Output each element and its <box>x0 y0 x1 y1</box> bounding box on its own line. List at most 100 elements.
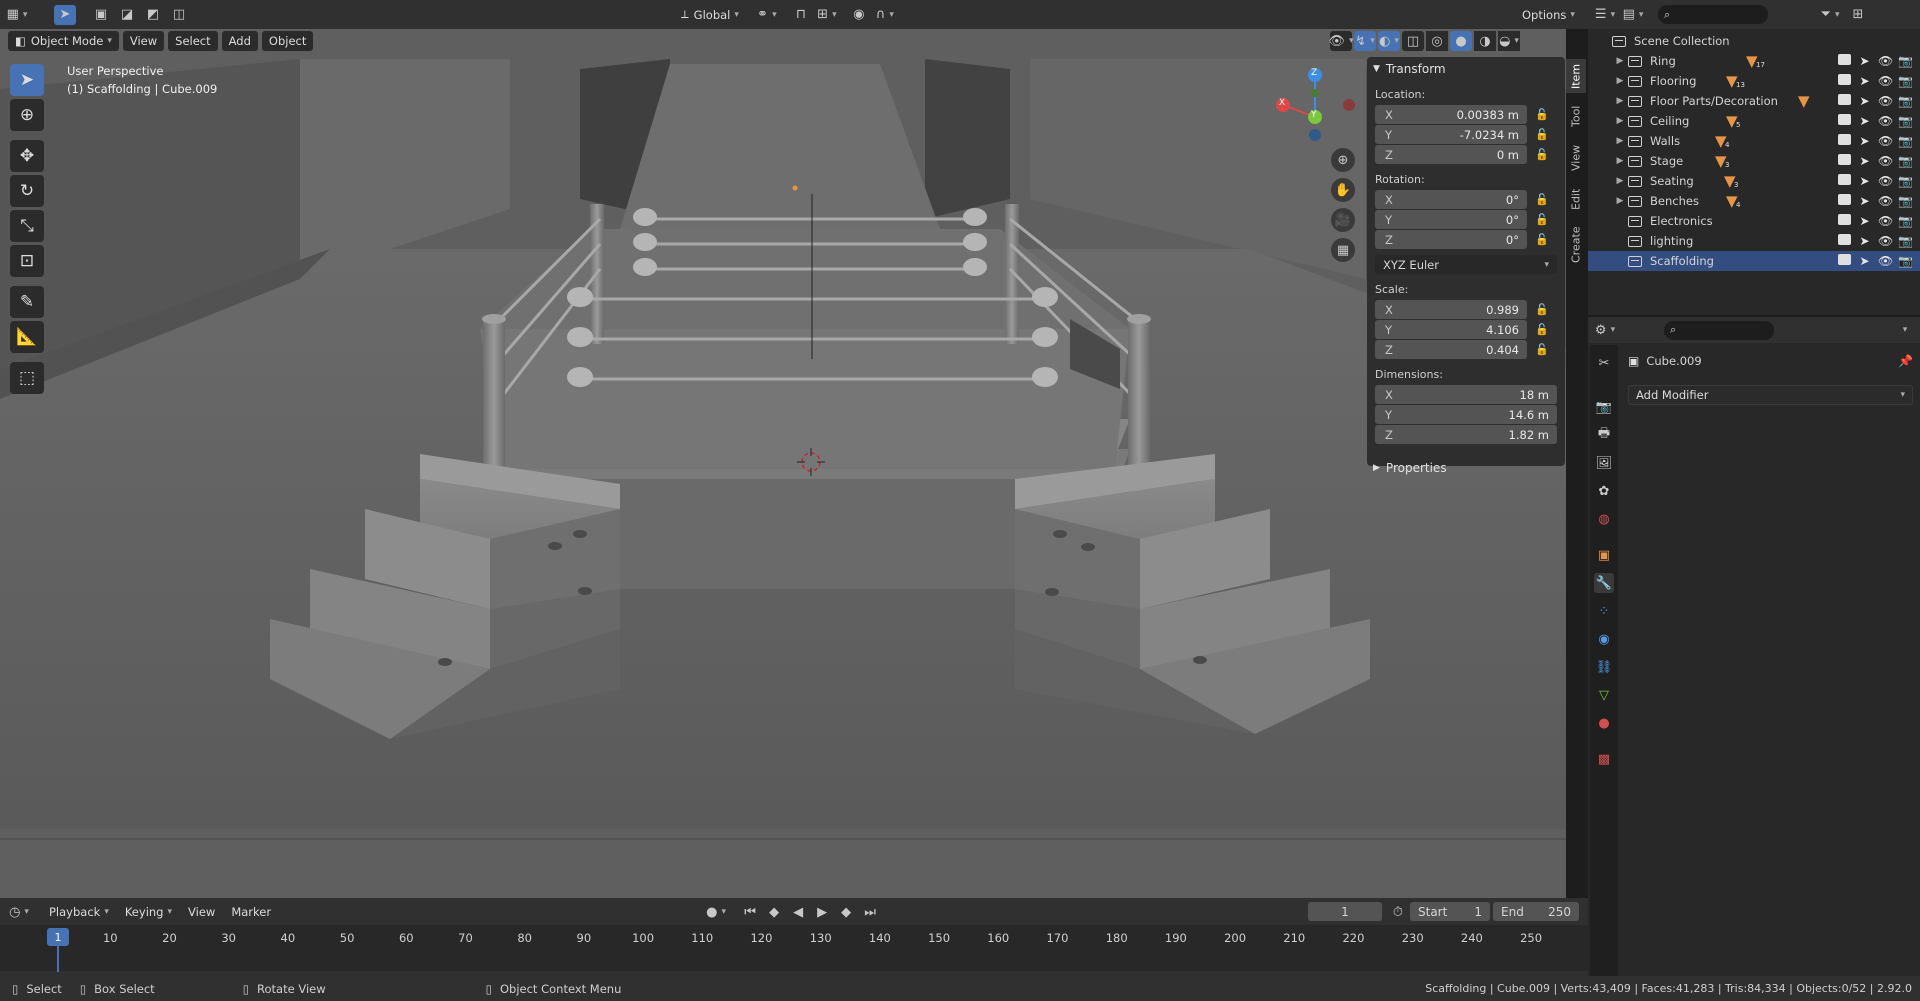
object-visibility-icon[interactable]: 👁 <box>1328 31 1352 51</box>
transform-tool-icon[interactable]: ⊡ <box>10 245 44 277</box>
filter-icon[interactable]: ⏷ <box>1819 5 1841 25</box>
selectable-arrow-icon[interactable]: ➤ <box>1858 174 1871 188</box>
measure-tool-icon[interactable]: 📐 <box>10 321 44 353</box>
visibility-eye-icon[interactable]: 👁 <box>1878 234 1893 248</box>
select-mode-subtract-icon[interactable]: ◩ <box>142 5 164 25</box>
expand-arrow-icon[interactable]: ▶ <box>1612 116 1628 126</box>
visibility-eye-icon[interactable]: 👁 <box>1878 114 1893 128</box>
visibility-eye-icon[interactable]: 👁 <box>1878 154 1893 168</box>
current-frame-field[interactable]: 1 <box>1308 902 1382 921</box>
snap-icon[interactable]: ⊓ <box>790 5 812 25</box>
properties-options-icon[interactable] <box>1892 320 1914 340</box>
render-camera-icon[interactable]: 📷 <box>1898 234 1913 248</box>
pivot-point-icon[interactable]: ⚭ <box>756 5 778 25</box>
location-z-field[interactable]: Z 0 m <box>1375 145 1527 164</box>
lock-icon[interactable]: 🔓 <box>1527 213 1557 226</box>
render-camera-icon[interactable]: 📷 <box>1898 54 1913 68</box>
lock-icon[interactable]: 🔓 <box>1527 148 1557 161</box>
lock-icon[interactable]: 🔓 <box>1527 343 1557 356</box>
tab-tool[interactable]: Tool <box>1566 99 1586 133</box>
render-camera-icon[interactable]: 📷 <box>1898 134 1913 148</box>
exclude-checkbox[interactable] <box>1838 114 1851 125</box>
material-shading-icon[interactable]: ◑ <box>1474 31 1496 51</box>
tab-edit[interactable]: Edit <box>1566 183 1586 215</box>
exclude-checkbox[interactable] <box>1838 234 1851 245</box>
select-box-tool-icon[interactable]: ➤ <box>10 64 44 96</box>
auto-keying-icon[interactable]: ● <box>705 902 727 922</box>
menu-add[interactable]: Add <box>221 31 258 51</box>
selectable-arrow-icon[interactable]: ➤ <box>1858 234 1871 248</box>
lock-icon[interactable]: 🔓 <box>1527 193 1557 206</box>
play-reverse-icon[interactable]: ◀ <box>787 902 809 922</box>
rendered-shading-icon[interactable]: ◒ <box>1498 31 1520 51</box>
expand-arrow-icon[interactable]: ▶ <box>1612 56 1628 66</box>
rotation-z-field[interactable]: Z 0° <box>1375 230 1527 249</box>
expand-arrow-icon[interactable]: ▶ <box>1612 96 1628 106</box>
dimension-z-field[interactable]: Z 1.82 m <box>1375 425 1557 444</box>
editor-type-icon[interactable]: ▦ <box>6 5 28 25</box>
visibility-eye-icon[interactable]: 👁 <box>1878 54 1893 68</box>
texture-tab-icon[interactable]: ▩ <box>1594 749 1614 769</box>
tab-item[interactable]: Item <box>1566 59 1586 93</box>
rotate-tool-icon[interactable]: ↻ <box>10 175 44 207</box>
exclude-checkbox[interactable] <box>1838 94 1851 105</box>
transform-section-header[interactable]: ▼ Transform <box>1373 59 1557 79</box>
exclude-checkbox[interactable] <box>1838 74 1851 85</box>
jump-end-icon[interactable]: ⏭ <box>859 902 881 922</box>
scale-x-field[interactable]: X 0.989 <box>1375 300 1527 319</box>
menu-marker[interactable]: Marker <box>224 902 278 922</box>
world-tab-icon[interactable]: ◍ <box>1594 509 1614 529</box>
playhead[interactable]: 1 <box>47 928 69 946</box>
lock-icon[interactable]: 🔓 <box>1527 233 1557 246</box>
expand-arrow-icon[interactable]: ▶ <box>1612 76 1628 86</box>
selectable-arrow-icon[interactable]: ➤ <box>1858 214 1871 228</box>
physics-tab-icon[interactable]: ◉ <box>1594 629 1614 649</box>
location-x-field[interactable]: X 0.00383 m <box>1375 105 1527 124</box>
camera-view-icon[interactable]: 🎥 <box>1331 208 1355 232</box>
visibility-eye-icon[interactable]: 👁 <box>1878 94 1893 108</box>
scene-tab-icon[interactable]: ✿ <box>1594 481 1614 501</box>
selectable-arrow-icon[interactable]: ➤ <box>1858 194 1871 208</box>
rotation-x-field[interactable]: X 0° <box>1375 190 1527 209</box>
dimension-y-field[interactable]: Y 14.6 m <box>1375 405 1557 424</box>
overlay-toggle-icon[interactable]: ◐ <box>1378 31 1400 51</box>
scene-collection-row[interactable]: Scene Collection <box>1588 31 1920 51</box>
visibility-eye-icon[interactable]: 👁 <box>1878 214 1893 228</box>
lock-icon[interactable]: 🔓 <box>1527 303 1557 316</box>
start-frame-field[interactable]: Start 1 <box>1410 902 1490 921</box>
exclude-checkbox[interactable] <box>1838 54 1851 65</box>
exclude-checkbox[interactable] <box>1838 214 1851 225</box>
add-modifier-dropdown[interactable]: Add Modifier <box>1628 385 1913 405</box>
move-tool-icon[interactable]: ✥ <box>10 140 44 172</box>
constraints-tab-icon[interactable]: ⛓ <box>1594 657 1614 677</box>
tool-settings-tab-icon[interactable]: ✂ <box>1594 353 1614 373</box>
visibility-eye-icon[interactable]: 👁 <box>1878 174 1893 188</box>
expand-arrow-icon[interactable]: ▶ <box>1612 196 1628 206</box>
play-icon[interactable]: ▶ <box>811 902 833 922</box>
jump-start-icon[interactable]: ⏮ <box>739 902 761 922</box>
properties-editor-icon[interactable]: ⚙ <box>1594 320 1616 340</box>
timeline-editor-icon[interactable]: ◷ <box>8 902 30 922</box>
lock-icon[interactable]: 🔓 <box>1527 128 1557 141</box>
jump-keyframe-back-icon[interactable]: ◆ <box>763 902 785 922</box>
falloff-icon[interactable]: ∩ <box>874 5 896 25</box>
menu-keying[interactable]: Keying <box>118 902 179 922</box>
solid-shading-icon[interactable]: ● <box>1450 31 1472 51</box>
selectable-arrow-icon[interactable]: ➤ <box>1858 74 1871 88</box>
properties-search-input[interactable]: ⌕ <box>1664 320 1774 340</box>
ortho-toggle-icon[interactable]: ▦ <box>1331 238 1355 262</box>
xray-icon[interactable]: ◫ <box>1402 31 1424 51</box>
selectable-arrow-icon[interactable]: ➤ <box>1858 94 1871 108</box>
selectable-arrow-icon[interactable]: ➤ <box>1858 54 1871 68</box>
outliner-editor-icon[interactable]: ☰ <box>1594 5 1616 25</box>
options-dropdown[interactable]: Options <box>1515 5 1582 25</box>
render-camera-icon[interactable]: 📷 <box>1898 74 1913 88</box>
data-tab-icon[interactable]: ▽ <box>1594 685 1614 705</box>
menu-playback[interactable]: Playback <box>42 902 116 922</box>
pan-hand-icon[interactable]: ✋ <box>1331 178 1355 202</box>
material-tab-icon[interactable]: ● <box>1594 713 1614 733</box>
visibility-eye-icon[interactable]: 👁 <box>1878 134 1893 148</box>
rotation-mode-dropdown[interactable]: XYZ Euler <box>1375 255 1557 274</box>
transform-orientation-dropdown[interactable]: ⟂ Global <box>674 5 746 25</box>
select-mode-invert-icon[interactable]: ◫ <box>168 5 190 25</box>
